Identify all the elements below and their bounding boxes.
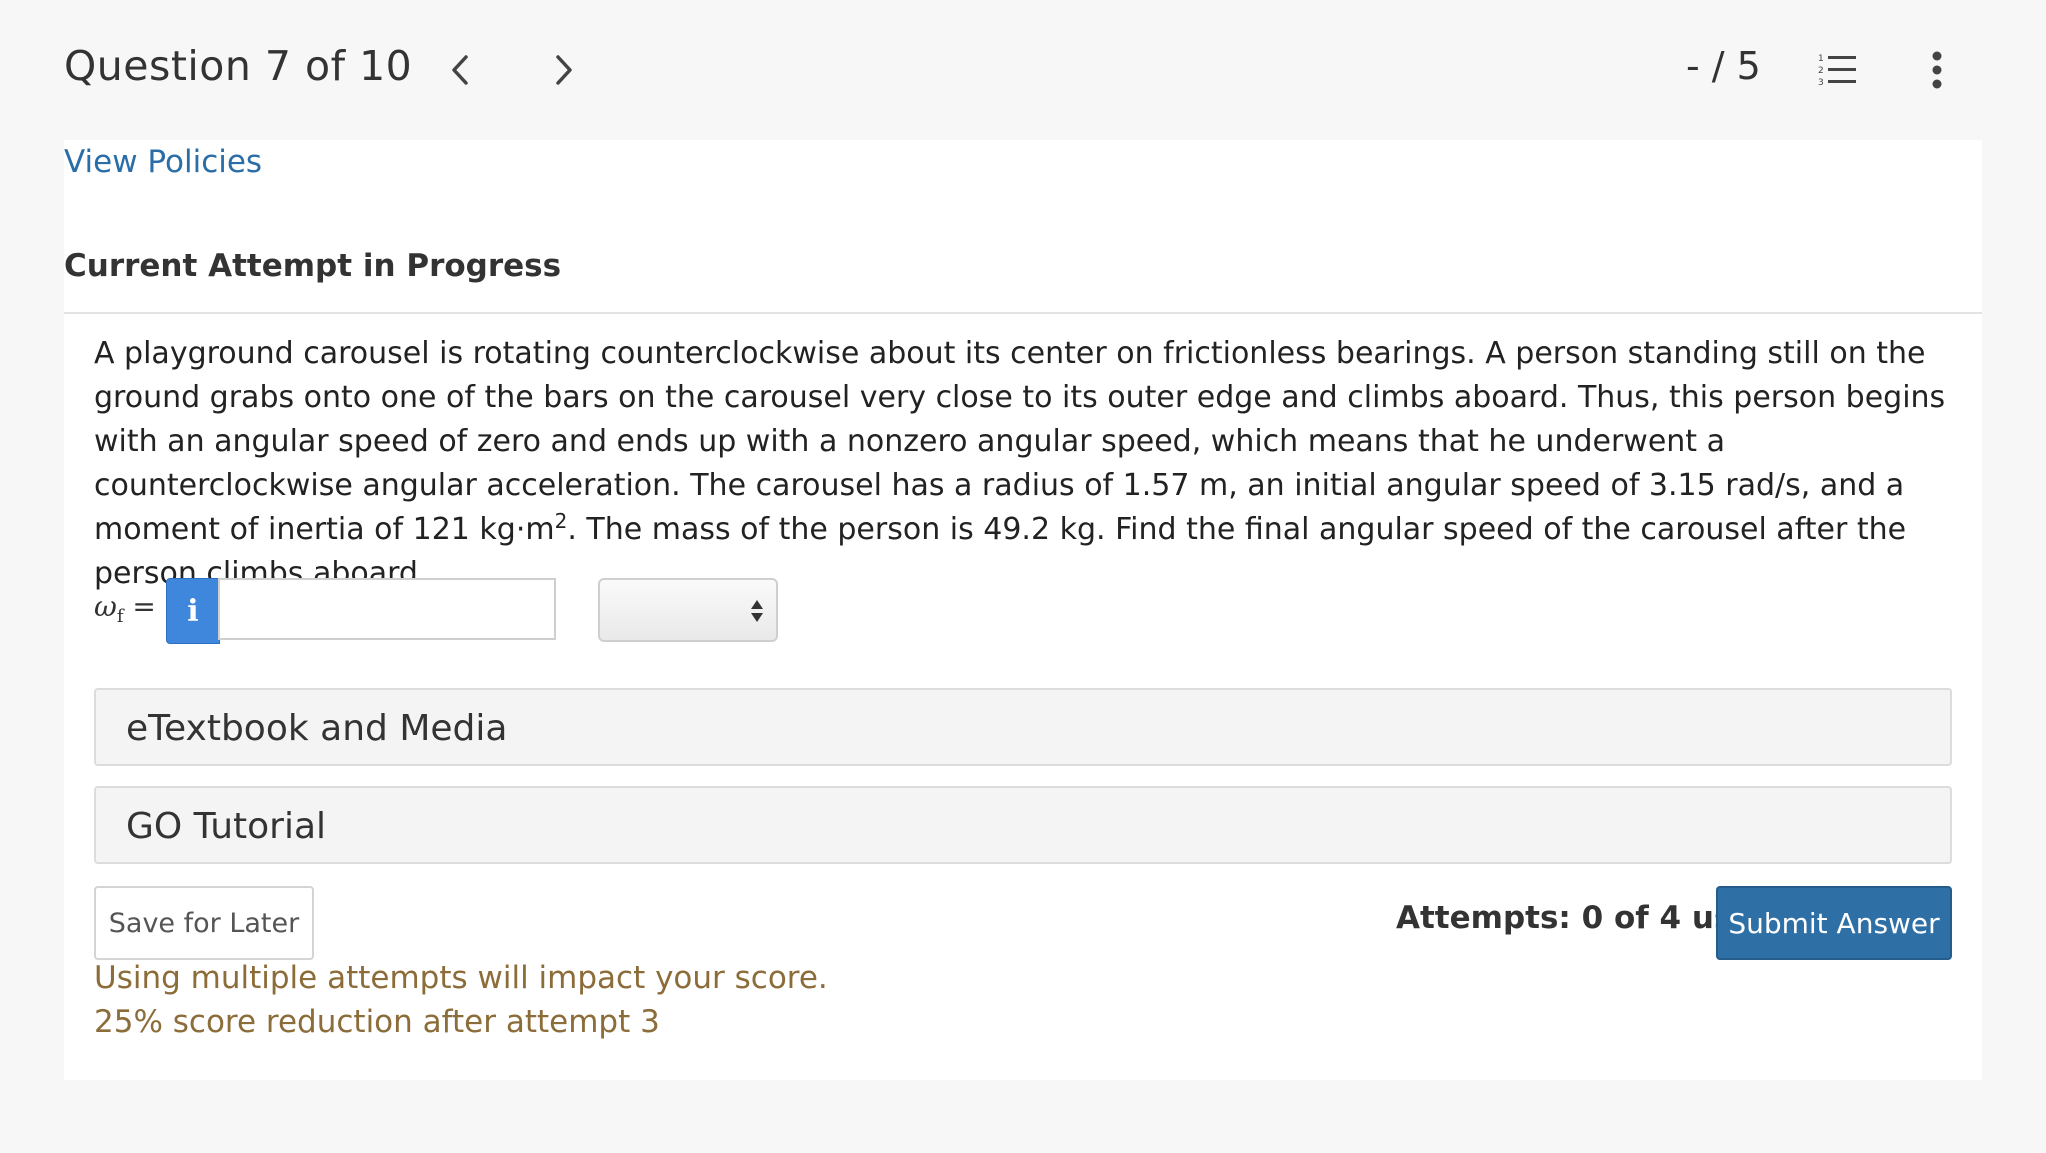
submit-answer-button[interactable]: Submit Answer (1716, 886, 1952, 960)
equals-sign: = (123, 590, 156, 623)
numbered-list-icon: 1 2 3 (1818, 54, 1856, 88)
more-options-button[interactable] (1922, 50, 1952, 90)
go-tutorial-label: GO Tutorial (126, 806, 327, 847)
answer-variable-label: ωf = (94, 590, 156, 627)
svg-text:3: 3 (1818, 78, 1824, 88)
next-question-button[interactable] (544, 48, 584, 92)
question-counter: Question 7 of 10 (64, 42, 413, 90)
etextbook-label: eTextbook and Media (126, 708, 508, 749)
svg-text:2: 2 (1818, 66, 1824, 76)
chevron-right-icon (556, 55, 572, 85)
divider (64, 312, 1982, 314)
select-arrows-icon (751, 600, 763, 622)
more-vertical-icon (1932, 51, 1942, 89)
omega-symbol: ω (94, 590, 117, 623)
question-card: View Policies Current Attempt in Progres… (64, 140, 1982, 1080)
question-list-button[interactable]: 1 2 3 (1818, 52, 1858, 88)
question-text: A playground carousel is rotating counte… (94, 332, 1964, 596)
chevron-left-icon (452, 55, 468, 85)
question-superscript: 2 (554, 509, 568, 533)
info-icon: i (187, 593, 199, 629)
question-score: - / 5 (1686, 44, 1761, 88)
score-reduction-note: 25% score reduction after attempt 3 (94, 1004, 660, 1040)
omega-subscript: f (116, 606, 124, 627)
info-button[interactable]: i (166, 578, 220, 644)
previous-question-button[interactable] (440, 48, 480, 92)
attempts-warning: Using multiple attempts will impact your… (94, 960, 828, 996)
view-policies-link[interactable]: View Policies (64, 144, 262, 180)
units-select[interactable] (598, 578, 778, 642)
svg-text:1: 1 (1818, 54, 1824, 64)
go-tutorial-panel[interactable]: GO Tutorial (94, 786, 1952, 864)
question-header: Question 7 of 10 - / 5 1 2 3 (0, 0, 2046, 140)
save-for-later-button[interactable]: Save for Later (94, 886, 314, 960)
answer-value-input[interactable] (218, 578, 556, 640)
attempt-heading: Current Attempt in Progress (64, 248, 562, 284)
answer-row: ωf = i (94, 578, 894, 644)
etextbook-panel[interactable]: eTextbook and Media (94, 688, 1952, 766)
